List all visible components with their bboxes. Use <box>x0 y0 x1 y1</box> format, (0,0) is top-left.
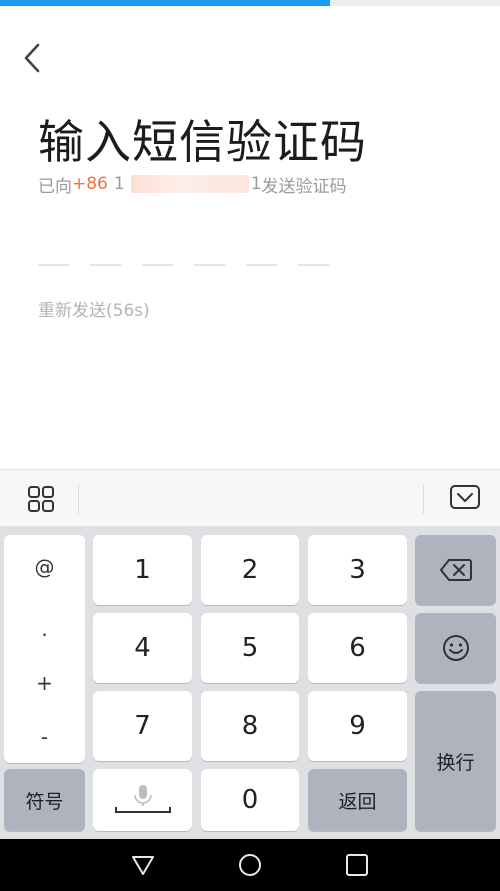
hint-suffix: 发送验证码 <box>261 176 347 197</box>
phone-tail: 1 <box>250 174 262 194</box>
nav-home-button[interactable] <box>235 851 265 879</box>
keyboard-menu-button[interactable] <box>24 484 58 514</box>
key-at[interactable]: @ <box>4 555 85 579</box>
key-4[interactable]: 4 <box>93 613 192 683</box>
key-2[interactable]: 2 <box>201 535 299 605</box>
newline-key[interactable]: 换行 <box>415 691 496 831</box>
grid-icon <box>28 486 54 512</box>
page-title: 输入短信验证码 <box>38 115 367 169</box>
key-minus[interactable]: - <box>4 725 85 749</box>
key-9[interactable]: 9 <box>308 691 407 761</box>
circle-home-icon <box>239 854 261 876</box>
toolbar-divider <box>423 484 424 514</box>
resend-button[interactable]: 重新发送(56s) <box>38 296 150 321</box>
return-key[interactable]: 返回 <box>308 769 407 831</box>
code-digit-slot <box>194 264 225 266</box>
key-3[interactable]: 3 <box>308 535 407 605</box>
square-recents-icon <box>346 854 368 876</box>
emoji-key[interactable] <box>415 613 496 683</box>
key-0[interactable]: 0 <box>201 769 299 831</box>
code-digit-slot <box>142 264 173 266</box>
code-digit-slot <box>90 264 121 266</box>
voice-key[interactable] <box>93 769 192 831</box>
backspace-icon <box>439 559 472 581</box>
triangle-back-icon <box>132 856 154 875</box>
symbol-column: @ . + - <box>4 535 85 763</box>
keyboard-toolbar <box>0 469 500 526</box>
symbols-key[interactable]: 符号 <box>4 769 85 831</box>
nav-back-button[interactable] <box>128 851 158 879</box>
back-button[interactable] <box>14 38 50 78</box>
hint-prefix: 已向 <box>38 176 72 197</box>
phone-mask <box>130 175 249 193</box>
key-5[interactable]: 5 <box>201 613 299 683</box>
numeric-keyboard: @ . + - 1 2 3 4 5 6 7 8 9 符号 0 返回 换行 <box>0 526 500 839</box>
delete-key[interactable] <box>415 535 496 605</box>
chevron-left-icon <box>24 43 40 73</box>
microphone-icon <box>114 785 171 813</box>
key-plus[interactable]: + <box>4 671 85 695</box>
nav-recents-button[interactable] <box>342 851 372 879</box>
smiley-icon <box>442 635 469 661</box>
key-dot[interactable]: . <box>4 617 85 641</box>
keyboard-hide-icon <box>450 485 480 509</box>
key-1[interactable]: 1 <box>93 535 192 605</box>
code-input[interactable] <box>38 264 329 266</box>
progress-bar <box>0 0 500 6</box>
system-navbar <box>0 839 500 891</box>
key-7[interactable]: 7 <box>93 691 192 761</box>
code-digit-slot <box>38 264 69 266</box>
progress-fill <box>0 0 330 6</box>
code-digit-slot <box>298 264 329 266</box>
toolbar-divider <box>78 484 79 514</box>
phone-partial: 1 <box>113 174 125 194</box>
key-6[interactable]: 6 <box>308 613 407 683</box>
hide-keyboard-button[interactable] <box>444 482 484 514</box>
key-8[interactable]: 8 <box>201 691 299 761</box>
country-code: +86 <box>72 174 108 194</box>
code-digit-slot <box>246 264 277 266</box>
sms-hint: 已向 +86 1 1 发送验证码 <box>38 172 347 197</box>
